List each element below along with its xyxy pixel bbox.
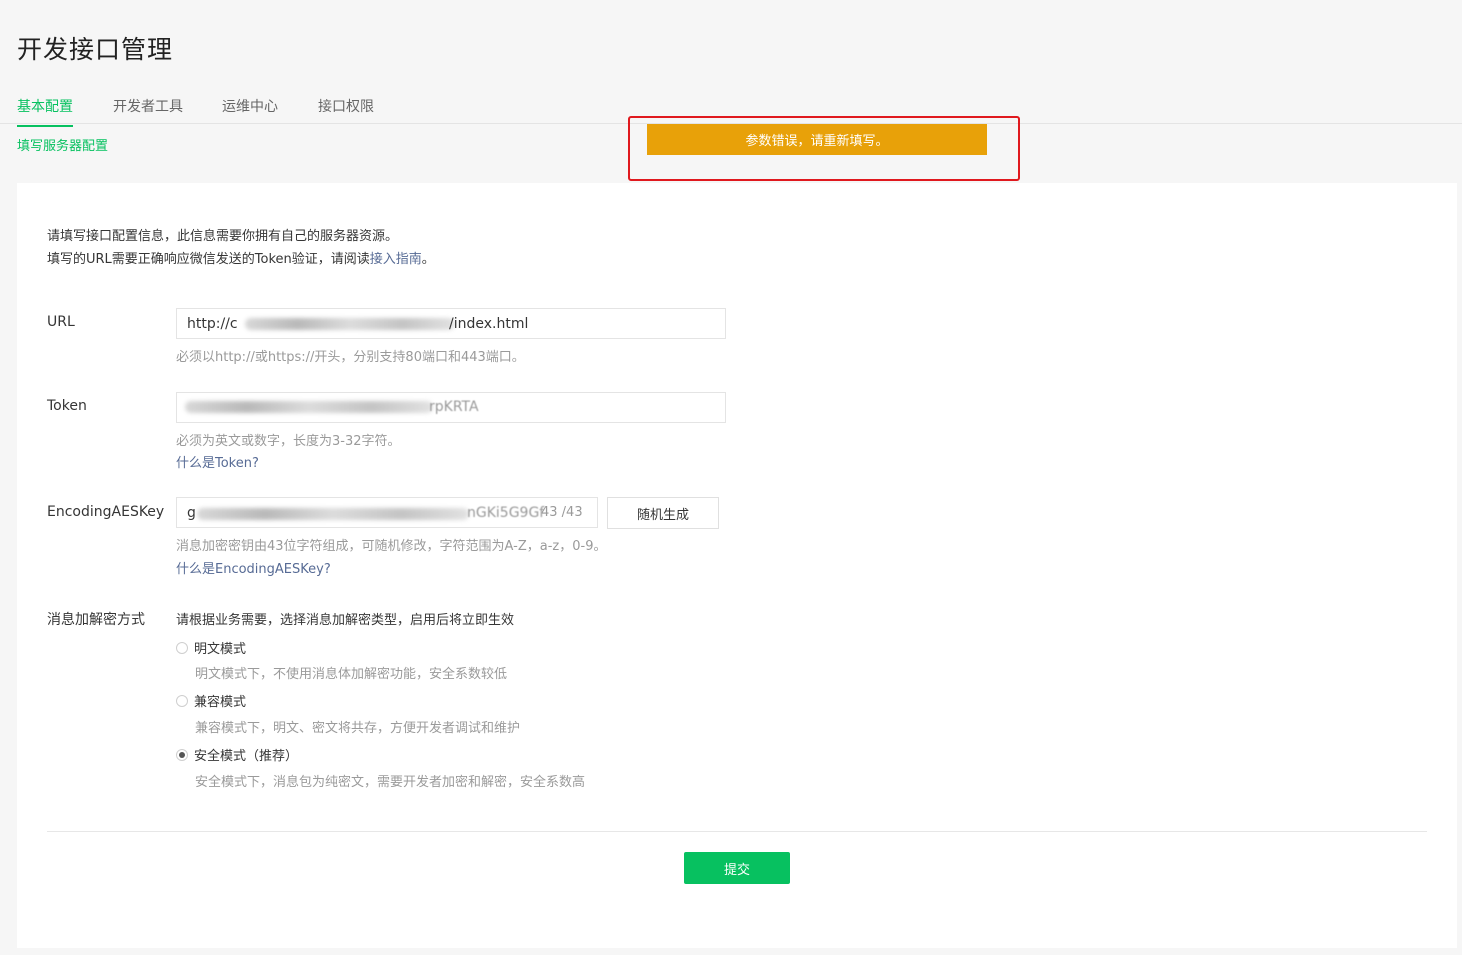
random-generate-button[interactable]: 随机生成 (607, 497, 719, 529)
intro-line-1: 请填写接口配置信息，此信息需要你拥有自己的服务器资源。 (47, 229, 399, 244)
form-divider (47, 831, 1427, 832)
submit-button[interactable]: 提交 (684, 852, 790, 884)
aes-redacted-mask (197, 508, 469, 520)
radio-plaintext-label: 明文模式 (194, 642, 247, 657)
radio-compatible-mode[interactable]: 兼容模式 (176, 691, 246, 710)
radio-button-icon[interactable] (176, 694, 188, 707)
aes-key-input[interactable]: g nGKi5G9Gf (176, 497, 598, 528)
radio-button-icon[interactable] (176, 641, 188, 654)
encryption-mode-label: 消息加解密方式 (47, 612, 145, 628)
url-input[interactable]: http://c /index.html (176, 308, 726, 339)
intro-line-2-prefix: 填写的URL需要正确响应微信发送的Token验证，请阅读 (47, 252, 370, 267)
aes-key-label: EncodingAESKey (47, 504, 165, 520)
what-is-token-link[interactable]: 什么是Token? (176, 452, 259, 471)
token-value-end: rpKRTA (429, 399, 479, 415)
aes-value-start: g (187, 505, 196, 521)
token-hint: 必须为英文或数字，长度为3-32字符。 (176, 434, 401, 449)
url-value-end: /index.html (449, 316, 529, 332)
radio-secure-label: 安全模式（推荐） (194, 749, 299, 764)
aes-key-hint: 消息加密密钥由43位字符组成，可随机修改，字符范围为A-Z，a-z，0-9。 (176, 539, 607, 554)
tab-developer-tools[interactable]: 开发者工具 (113, 96, 183, 125)
aes-char-counter: 43 /43 (541, 505, 583, 520)
url-redacted-mask (245, 318, 455, 330)
what-is-aes-key-link[interactable]: 什么是EncodingAESKey? (176, 558, 331, 577)
url-value-start: http://c (187, 316, 238, 332)
intro-text: 请填写接口配置信息，此信息需要你拥有自己的服务器资源。 填写的URL需要正确响应… (47, 225, 435, 271)
aes-value-end: nGKi5G9Gf (467, 505, 545, 521)
compatible-mode-desc: 兼容模式下，明文、密文将共存，方便开发者调试和维护 (195, 721, 521, 736)
plaintext-mode-desc: 明文模式下，不使用消息体加解密功能，安全系数较低 (195, 667, 508, 682)
secure-mode-desc: 安全模式下，消息包为纯密文，需要开发者加密和解密，安全系数高 (195, 775, 586, 790)
url-label: URL (47, 314, 75, 330)
tab-ops-center[interactable]: 运维中心 (222, 96, 278, 125)
server-config-link[interactable]: 填写服务器配置 (17, 135, 108, 154)
token-label: Token (47, 398, 87, 414)
token-redacted-mask (185, 401, 433, 413)
tab-api-permissions[interactable]: 接口权限 (318, 96, 374, 125)
access-guide-link[interactable]: 接入指南 (370, 252, 422, 267)
radio-plaintext-mode[interactable]: 明文模式 (176, 638, 246, 657)
url-hint: 必须以http://或https://开头，分别支持80端口和443端口。 (176, 350, 525, 365)
annotation-highlight-box (628, 116, 1020, 181)
radio-compatible-label: 兼容模式 (194, 695, 247, 710)
radio-button-checked-icon[interactable] (176, 748, 188, 761)
intro-line-2: 填写的URL需要正确响应微信发送的Token验证，请阅读接入指南。 (47, 248, 435, 271)
token-input[interactable]: rpKRTA (176, 392, 726, 423)
config-card: 请填写接口配置信息，此信息需要你拥有自己的服务器资源。 填写的URL需要正确响应… (17, 183, 1457, 948)
encryption-instruction: 请根据业务需要，选择消息加解密类型，启用后将立即生效 (176, 613, 515, 628)
tab-basic-config[interactable]: 基本配置 (17, 96, 73, 127)
intro-line-2-suffix: 。 (421, 252, 435, 267)
page-title: 开发接口管理 (17, 35, 174, 64)
radio-secure-mode[interactable]: 安全模式（推荐） (176, 745, 298, 764)
